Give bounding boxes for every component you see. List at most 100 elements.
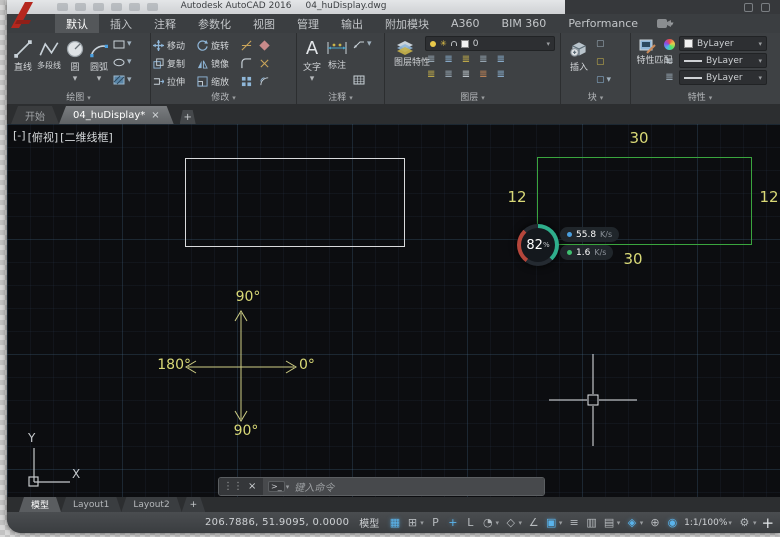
viewport-visual-style-control[interactable]: [二维线框]	[60, 129, 113, 145]
lineweight-display-icon[interactable]: ≡	[568, 515, 579, 531]
clean-screen-icon[interactable]: +	[761, 516, 774, 530]
stretch-button[interactable]: 拉伸	[153, 75, 197, 88]
dynamic-ucs-icon[interactable]: ⊕	[649, 515, 660, 531]
annotation-scale-button[interactable]: 1:1/100%	[684, 518, 727, 528]
viewport-view-control[interactable]: [俯视]	[28, 129, 59, 145]
selection-dropdown-icon[interactable]: ▾	[617, 519, 621, 527]
tab-annotate[interactable]: 注释	[143, 14, 187, 33]
tab-home[interactable]: 默认	[55, 14, 99, 33]
panel-label-draw[interactable]: 绘图 ▾	[7, 90, 150, 103]
record-button[interactable]: ▾	[649, 14, 682, 33]
panel-label-properties[interactable]: 特性 ▾	[631, 90, 769, 103]
edit-attribute-button[interactable]: ▢	[596, 57, 611, 67]
layer-thaw-icon[interactable]: ≣	[462, 69, 470, 81]
lineweight-dropdown-icon[interactable]: ▾	[758, 57, 762, 65]
snap-dropdown-icon[interactable]: ▾	[420, 519, 424, 527]
layer-dropdown[interactable]: ✳ 0 ▾	[425, 36, 555, 51]
polyline-button[interactable]: 多段线	[37, 36, 61, 88]
tab-addins[interactable]: 附加模块	[374, 14, 440, 33]
layer-properties-button[interactable]: 图层特性	[390, 36, 420, 81]
fillet-button[interactable]	[241, 58, 259, 69]
new-layout-button[interactable]: +	[182, 497, 206, 512]
match-properties-button[interactable]: 特性匹配	[635, 36, 660, 86]
ortho-mode-icon[interactable]: L	[465, 515, 476, 531]
layer-walk-icon[interactable]: ≣	[497, 69, 505, 81]
tab-view[interactable]: 视图	[242, 14, 286, 33]
layer-off-tool-icon[interactable]: ≣	[444, 69, 452, 81]
layer-match-icon[interactable]: ≣	[497, 54, 505, 66]
layer-freeze-tool-icon[interactable]: ≣	[462, 54, 470, 66]
close-tab-icon[interactable]: ×	[151, 110, 159, 121]
osnap-dropdown-icon[interactable]: ▾	[559, 519, 563, 527]
tab-bim360[interactable]: BIM 360	[491, 14, 558, 33]
selection-cycling-icon[interactable]: ▤	[603, 515, 614, 531]
trim-button[interactable]	[241, 40, 259, 51]
file-tab-document[interactable]: 04_huDisplay* ×	[59, 106, 174, 124]
settings-gear-icon[interactable]: ⚙	[737, 515, 752, 531]
color-wheel-icon[interactable]	[664, 39, 675, 50]
dimension-button[interactable]: 标注	[326, 36, 348, 88]
tab-model[interactable]: 模型	[19, 497, 61, 512]
search-icon[interactable]	[744, 3, 753, 12]
file-tab-start[interactable]: 开始	[11, 106, 59, 124]
drawing-canvas[interactable]: [-] [俯视] [二维线框] 30 12 12 30 82% 55.8K/s …	[7, 124, 780, 497]
create-block-button[interactable]: ▢	[596, 39, 611, 49]
leader-button[interactable]: ▾	[353, 39, 372, 49]
array-button[interactable]	[241, 76, 259, 87]
3dosnap-dropdown-icon[interactable]: ▾	[640, 519, 644, 527]
insert-button[interactable]: 插入	[568, 36, 590, 88]
close-command-icon[interactable]: ×	[248, 481, 256, 492]
recent-commands-icon[interactable]: ▾	[286, 483, 290, 491]
help-icon[interactable]	[761, 3, 770, 12]
text-dropdown-icon[interactable]: ▾	[303, 74, 321, 84]
move-button[interactable]: 移动	[153, 39, 197, 52]
rectangle-button[interactable]: ▾	[113, 39, 132, 49]
grid-icon[interactable]: ▦	[389, 515, 400, 531]
iso-dropdown-icon[interactable]: ▾	[518, 519, 522, 527]
text-button[interactable]: A 文字 ▾	[303, 36, 321, 88]
panel-label-annotation[interactable]: 注释 ▾	[297, 90, 384, 103]
lineweight-list-icon[interactable]: ≡	[665, 56, 673, 67]
tab-output[interactable]: 输出	[330, 14, 374, 33]
grip-icon[interactable]: ⋮⋮	[223, 481, 243, 492]
layer-unisolate-icon[interactable]: ≣	[444, 54, 452, 66]
3d-object-snap-icon[interactable]: ◈	[626, 515, 637, 531]
arc-button[interactable]: 圆弧 ▾	[89, 36, 109, 88]
layer-isolate-icon[interactable]: ≣	[427, 54, 435, 66]
panel-label-layers[interactable]: 图层 ▾	[385, 90, 560, 103]
infer-constraints-icon[interactable]: P	[430, 515, 441, 531]
color-dropdown-icon[interactable]: ▾	[758, 40, 762, 48]
new-drawing-button[interactable]: +	[180, 110, 196, 124]
command-prompt-icon[interactable]: >_	[268, 481, 285, 492]
mirror-button[interactable]: 镜像	[197, 57, 241, 70]
polar-dropdown-icon[interactable]: ▾	[496, 519, 500, 527]
tab-performance[interactable]: Performance	[557, 14, 649, 33]
polar-tracking-icon[interactable]: ◔	[482, 515, 493, 531]
circle-button[interactable]: 圆 ▾	[65, 36, 85, 88]
snap-mode-icon[interactable]: ⊞	[407, 515, 418, 531]
offset-button[interactable]	[259, 76, 277, 87]
isometric-drafting-icon[interactable]: ◇	[505, 515, 516, 531]
tab-layout2[interactable]: Layout2	[121, 497, 181, 512]
layer-unlock-icon[interactable]: ≣	[479, 69, 487, 81]
layer-dropdown-icon[interactable]: ▾	[546, 40, 550, 48]
scale-dropdown-icon[interactable]: ▾	[728, 519, 732, 527]
set-base-point-button[interactable]: ▢▾	[596, 75, 611, 85]
linetype-list-icon[interactable]: ≣	[665, 72, 673, 83]
arc-dropdown-icon[interactable]: ▾	[89, 74, 109, 84]
tab-a360[interactable]: A360	[440, 14, 491, 33]
viewport-controls[interactable]: [-] [俯视] [二维线框]	[13, 129, 113, 145]
copy-button[interactable]: 复制	[153, 57, 197, 70]
tab-layout1[interactable]: Layout1	[61, 497, 121, 512]
tab-insert[interactable]: 插入	[99, 14, 143, 33]
tab-parametric[interactable]: 参数化	[187, 14, 242, 33]
record-dropdown-icon[interactable]: ▾	[670, 20, 674, 28]
panel-label-modify[interactable]: 修改 ▾	[151, 90, 296, 103]
command-line-handle[interactable]: ⋮⋮ ×	[219, 478, 263, 495]
table-button[interactable]	[353, 75, 372, 85]
scale-button[interactable]: 缩放	[197, 75, 241, 88]
transparency-icon[interactable]: ▥	[586, 515, 597, 531]
autocad-logo-icon[interactable]	[9, 0, 51, 30]
command-line[interactable]: ⋮⋮ × >_ ▾ 键入命令	[218, 477, 545, 496]
layer-on-tool-icon[interactable]: ≣	[427, 69, 435, 81]
